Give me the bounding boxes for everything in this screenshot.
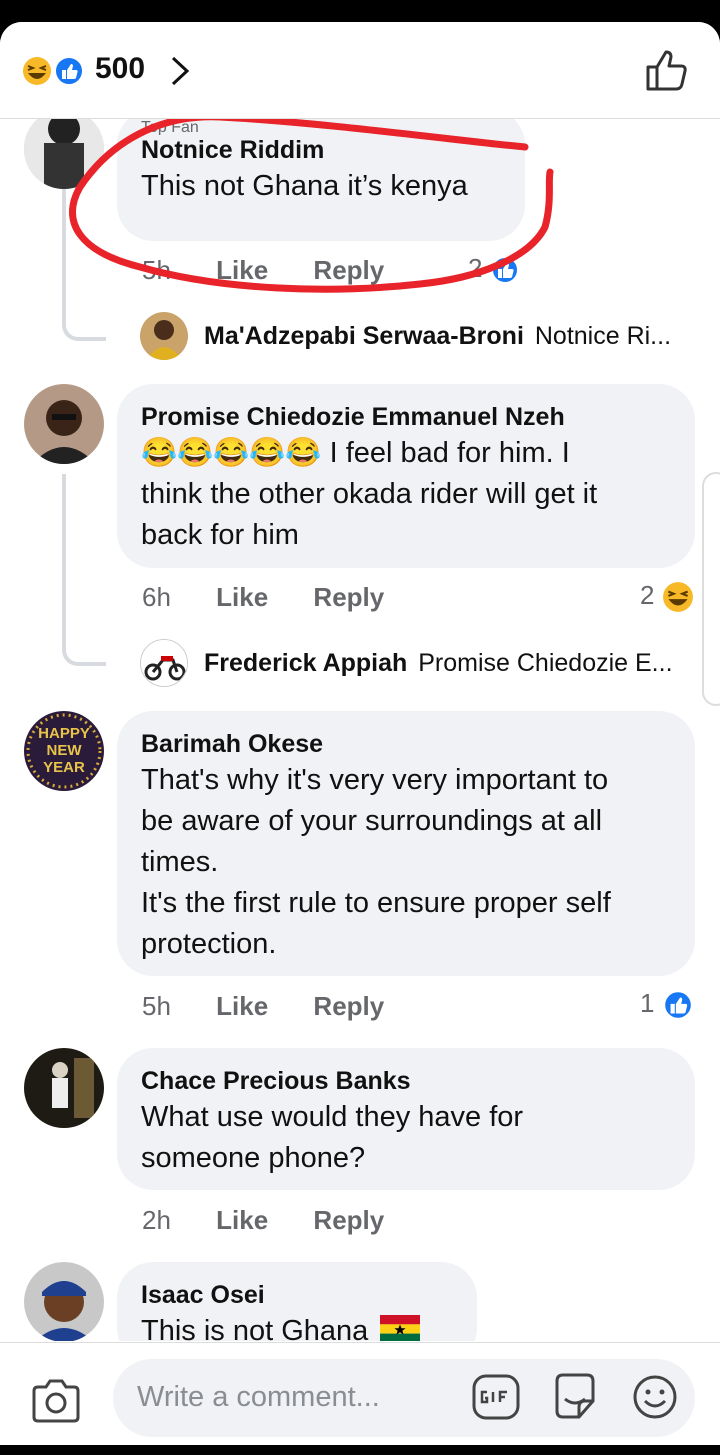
camera-icon[interactable] xyxy=(30,1377,82,1425)
like-button[interactable]: Like xyxy=(216,1205,268,1236)
comment-composer: Write a comment... xyxy=(0,1342,720,1445)
avatar[interactable]: HAPPY NEW YEAR xyxy=(24,711,104,791)
reply-button[interactable]: Reply xyxy=(313,582,384,613)
annotation-scribble xyxy=(69,119,554,293)
reaction-count: 2 xyxy=(640,580,655,610)
reply-preview[interactable]: Frederick Appiah Promise Chiedozie E... xyxy=(204,649,673,678)
reaction-count: 1 xyxy=(640,988,655,1018)
comment-bubble[interactable]: Chace Precious Banks What use would they… xyxy=(117,1048,695,1190)
comment-text: This is not Ghana xyxy=(141,1311,453,1341)
comment-text: back for him xyxy=(141,519,299,551)
comment-actions: 2h Like Reply xyxy=(142,1205,384,1236)
comment-text: 😂😂😂😂😂 I feel bad for him. I xyxy=(141,437,570,469)
comment-time[interactable]: 6h xyxy=(142,582,171,613)
emoji-icon[interactable] xyxy=(631,1373,679,1421)
comment-text: be aware of your surroundings at all xyxy=(141,805,603,837)
comment-bubble[interactable]: Barimah Okese That's why it's very very … xyxy=(117,711,695,976)
comment-author[interactable]: Barimah Okese xyxy=(141,729,671,760)
thread-line xyxy=(62,474,106,666)
chevron-right-icon[interactable] xyxy=(166,54,194,88)
comment-actions: 5h Like Reply xyxy=(142,991,384,1022)
comment-text: think the other okada rider will get it xyxy=(141,478,598,510)
comment-input[interactable]: Write a comment... xyxy=(113,1359,695,1437)
comment-text: What use would they have for xyxy=(141,1101,524,1133)
comment-time[interactable]: 2h xyxy=(142,1205,171,1236)
like-button[interactable]: Like xyxy=(216,991,268,1022)
reaction-icons[interactable] xyxy=(22,56,88,86)
reply-snippet: Promise Chiedozie E... xyxy=(418,649,673,677)
comment-placeholder: Write a comment... xyxy=(137,1381,380,1413)
reply-author: Frederick Appiah xyxy=(204,649,408,677)
reactions-header: 500 xyxy=(0,22,720,119)
scrollbar[interactable] xyxy=(702,472,720,706)
comment-text: times. xyxy=(141,846,219,878)
comments-sheet: 500 Top Fan Notnice Riddim This not Ghan… xyxy=(0,22,720,1445)
ghana-flag-icon xyxy=(380,1315,421,1341)
comment-author[interactable]: Isaac Osei xyxy=(141,1280,453,1311)
thumbs-up-outline-icon[interactable] xyxy=(644,48,690,92)
comments-list: Top Fan Notnice Riddim This not Ghana it… xyxy=(0,119,720,1341)
avatar-text: HAPPY NEW YEAR xyxy=(38,725,90,776)
reaction-summary[interactable]: 2 xyxy=(640,580,694,613)
comment-author[interactable]: Chace Precious Banks xyxy=(141,1066,671,1097)
comment-text: someone phone? xyxy=(141,1142,366,1174)
comment-time[interactable]: 5h xyxy=(142,991,171,1022)
comment-text: protection. xyxy=(141,928,277,960)
comment-text: That's why it's very very important to xyxy=(141,764,609,796)
avatar[interactable] xyxy=(24,1048,104,1128)
comment-text: It's the first rule to ensure proper sel… xyxy=(141,887,611,919)
haha-reaction-icon xyxy=(23,57,51,85)
user-photo-icon xyxy=(24,1262,104,1341)
avatar[interactable] xyxy=(140,639,188,687)
sticker-icon[interactable] xyxy=(551,1371,599,1423)
reply-button[interactable]: Reply xyxy=(313,1205,384,1236)
like-button[interactable]: Like xyxy=(216,582,268,613)
like-reaction-icon xyxy=(54,56,84,86)
gif-icon[interactable] xyxy=(471,1373,521,1421)
haha-reaction-icon xyxy=(662,582,693,613)
reply-button[interactable]: Reply xyxy=(313,991,384,1022)
emoji-crying-laughing: 😂😂😂😂😂 xyxy=(141,437,322,469)
comment-bubble[interactable]: Isaac Osei This is not Ghana xyxy=(117,1262,477,1341)
comment-actions: 6h Like Reply xyxy=(142,582,384,613)
reaction-count[interactable]: 500 xyxy=(95,52,145,86)
like-reaction-icon xyxy=(662,990,693,1021)
avatar[interactable] xyxy=(24,1262,104,1341)
motorbike-icon xyxy=(141,640,187,686)
user-photo-icon xyxy=(24,1048,104,1128)
reaction-summary[interactable]: 1 xyxy=(640,988,694,1021)
